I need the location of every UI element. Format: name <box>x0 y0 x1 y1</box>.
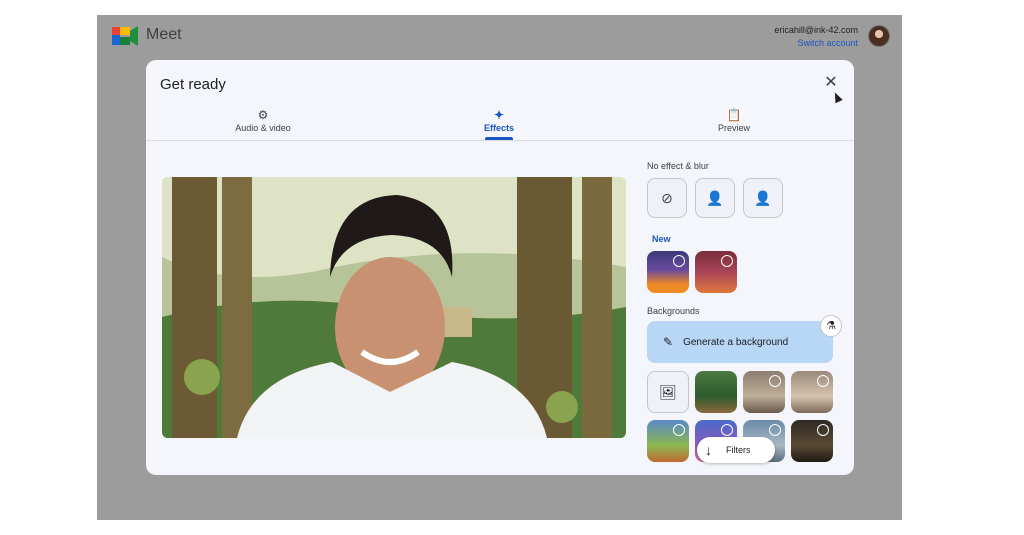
generate-background-button[interactable]: ✎ Generate a background <box>647 321 833 363</box>
play-icon <box>721 255 733 267</box>
no-effect-icon: ⊘ <box>661 189 673 206</box>
magic-wand-icon: ✎ <box>663 335 674 349</box>
add-image-icon: 🖼 <box>659 384 677 400</box>
play-icon <box>817 375 829 387</box>
new-effect-thumb-1[interactable] <box>647 251 689 293</box>
settings-sparkle-icon: ⚙ <box>257 108 269 122</box>
tab-label: Preview <box>717 123 750 133</box>
play-icon <box>769 375 781 387</box>
get-ready-dialog: Get ready ✕ ⚙ Audio & video ✦ Effects 📋 … <box>146 60 854 475</box>
top-bar: Meet ericahill@ink-42.com Switch account <box>97 15 902 55</box>
upload-background-button[interactable]: 🖼 <box>647 371 689 413</box>
slight-blur-icon: 👤 <box>706 189 724 206</box>
new-label: New <box>652 234 671 244</box>
full-blur-button[interactable]: 👤 <box>743 178 783 218</box>
tab-label: Effects <box>483 123 514 133</box>
background-thumb-2[interactable] <box>743 371 785 413</box>
play-icon <box>673 255 685 267</box>
close-icon[interactable]: ✕ <box>823 75 839 91</box>
app-name: Meet <box>146 26 182 43</box>
avatar[interactable] <box>868 25 890 47</box>
play-icon <box>673 424 685 436</box>
new-effect-thumb-2[interactable] <box>695 251 737 293</box>
backgrounds-label: Backgrounds <box>647 306 700 316</box>
tab-bar: ⚙ Audio & video ✦ Effects 📋 Preview <box>146 105 854 141</box>
tab-label: Audio & video <box>235 123 291 133</box>
tab-effects[interactable]: ✦ Effects <box>439 107 559 133</box>
play-icon <box>817 424 829 436</box>
play-icon <box>769 424 781 436</box>
video-preview <box>162 177 626 438</box>
slight-blur-button[interactable]: 👤 <box>695 178 735 218</box>
full-blur-icon: 👤 <box>754 189 772 206</box>
no-effect-label: No effect & blur <box>647 161 709 171</box>
background-thumb-1[interactable] <box>695 371 737 413</box>
background-thumb-3[interactable] <box>791 371 833 413</box>
tab-audio-video[interactable]: ⚙ Audio & video <box>203 107 323 133</box>
account-email: ericahill@ink-42.com <box>774 25 858 35</box>
labs-flask-icon[interactable]: ⚗ <box>820 315 842 337</box>
clipboard-check-icon: 📋 <box>726 108 742 122</box>
switch-account-link[interactable]: Switch account <box>774 37 858 50</box>
arrow-down-icon: ↓ <box>705 442 712 458</box>
generate-background-label: Generate a background <box>683 336 789 348</box>
sparkle-icon: ✦ <box>493 108 505 122</box>
account-info: ericahill@ink-42.com Switch account <box>774 24 858 50</box>
play-icon <box>721 424 733 436</box>
tab-preview[interactable]: 📋 Preview <box>674 107 794 133</box>
background-thumb-4[interactable] <box>647 420 689 462</box>
filters-button[interactable]: ↓ Filters <box>697 437 775 463</box>
dialog-title: Get ready <box>160 76 226 93</box>
meet-window: Meet ericahill@ink-42.com Switch account… <box>97 15 902 520</box>
active-tab-indicator <box>485 137 513 140</box>
google-meet-logo-icon <box>112 26 138 46</box>
video-scene <box>162 177 626 438</box>
no-effect-button[interactable]: ⊘ <box>647 178 687 218</box>
filters-label: Filters <box>726 445 751 455</box>
background-thumb-7[interactable] <box>791 420 833 462</box>
